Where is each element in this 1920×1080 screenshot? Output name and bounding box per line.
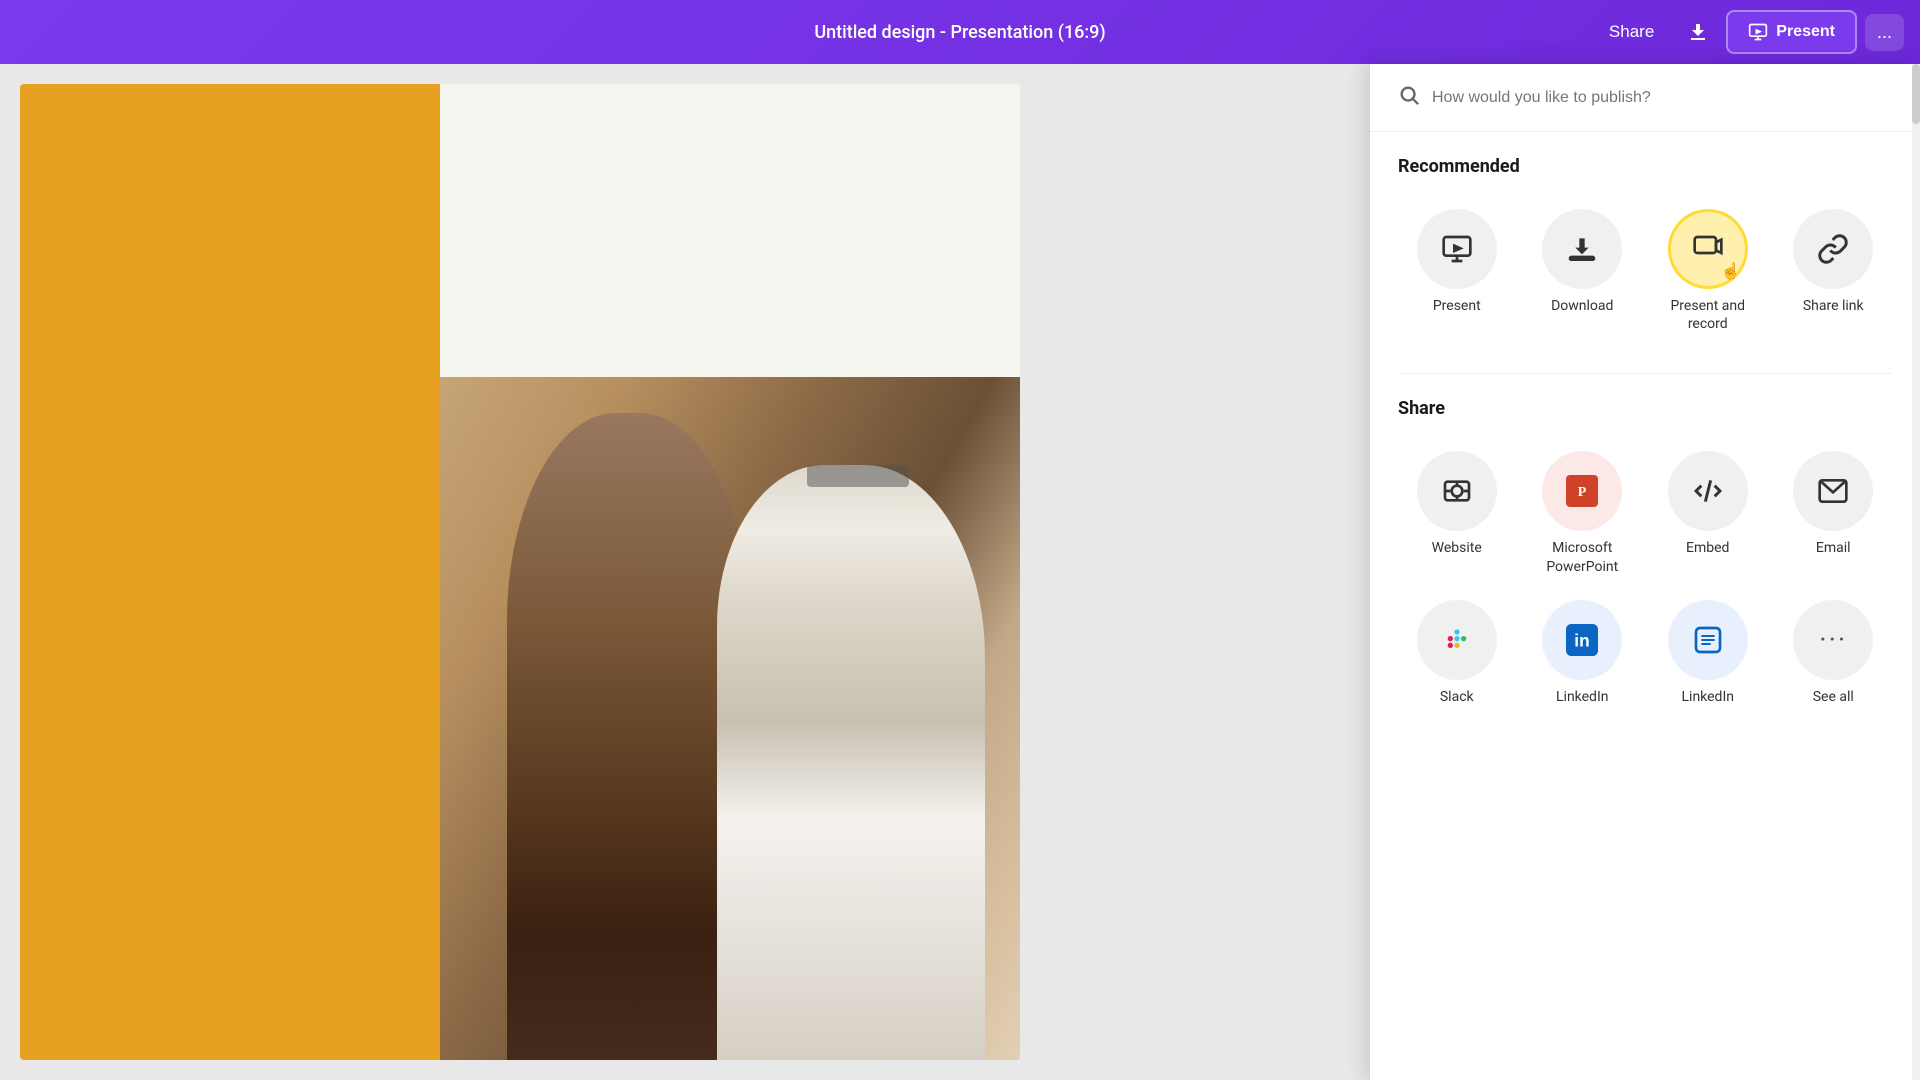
share-grid: Website P Microsoft PowerPoint xyxy=(1398,443,1892,714)
share-button[interactable]: Share xyxy=(1593,14,1670,50)
download-option[interactable]: Download xyxy=(1524,201,1642,341)
present-record-option-icon: ☝ xyxy=(1668,209,1748,289)
share-section-title: Share xyxy=(1398,398,1892,419)
slack-option-icon xyxy=(1417,600,1497,680)
powerpoint-option-label: Microsoft PowerPoint xyxy=(1532,539,1634,575)
present-record-option-label: Present and record xyxy=(1657,297,1759,333)
search-input[interactable] xyxy=(1432,89,1892,107)
website-option-icon xyxy=(1417,451,1497,531)
email-option[interactable]: Email xyxy=(1775,443,1893,583)
slack-option-label: Slack xyxy=(1440,688,1474,706)
svg-text:in: in xyxy=(1575,630,1590,650)
email-option-icon xyxy=(1793,451,1873,531)
present-icon xyxy=(1748,22,1768,42)
present-record-option[interactable]: ☝ Present and record xyxy=(1649,201,1767,341)
embed-option-icon xyxy=(1668,451,1748,531)
present-option[interactable]: Present xyxy=(1398,201,1516,341)
present-label: Present xyxy=(1776,23,1835,41)
search-icon xyxy=(1398,84,1420,111)
download-option-icon xyxy=(1542,209,1622,289)
recommended-section: Recommended Present xyxy=(1370,132,1920,341)
share-section: Share Website P xyxy=(1370,374,1920,714)
linkedin-news-option-label: LinkedIn xyxy=(1682,688,1735,706)
panel-scrollbar-thumb[interactable] xyxy=(1912,64,1920,124)
panel-scrollbar[interactable] xyxy=(1912,64,1920,1080)
email-option-label: Email xyxy=(1816,539,1851,557)
website-option[interactable]: Website xyxy=(1398,443,1516,583)
embed-option-label: Embed xyxy=(1686,539,1729,557)
slide-preview xyxy=(20,84,1020,1060)
svg-text:P: P xyxy=(1578,485,1587,500)
share-link-option-icon xyxy=(1793,209,1873,289)
cursor-hand-icon: ☝ xyxy=(1721,261,1741,280)
slide-photo xyxy=(440,377,1020,1060)
download-option-label: Download xyxy=(1551,297,1613,315)
slide-gold-panel xyxy=(20,84,440,1060)
download-icon xyxy=(1686,20,1710,44)
share-link-option[interactable]: Share link xyxy=(1775,201,1893,341)
see-all-option-label: See all xyxy=(1813,688,1854,706)
document-title: Untitled design - Presentation (16:9) xyxy=(814,22,1105,43)
linkedin-option-label: LinkedIn xyxy=(1556,688,1609,706)
search-bar xyxy=(1370,64,1920,132)
share-link-option-label: Share link xyxy=(1803,297,1864,315)
website-option-label: Website xyxy=(1432,539,1482,557)
recommended-grid: Present Download xyxy=(1398,201,1892,341)
present-button[interactable]: Present xyxy=(1726,10,1857,54)
publish-dropdown-panel: Recommended Present xyxy=(1370,64,1920,1080)
see-all-option[interactable]: ··· See all xyxy=(1775,592,1893,714)
present-option-icon xyxy=(1417,209,1497,289)
linkedin-news-option[interactable]: LinkedIn xyxy=(1649,592,1767,714)
recommended-title: Recommended xyxy=(1398,156,1892,177)
linkedin-news-option-icon xyxy=(1668,600,1748,680)
powerpoint-option-icon: P xyxy=(1542,451,1622,531)
slide-content-panel xyxy=(440,84,1020,1060)
linkedin-option-icon: in xyxy=(1542,600,1622,680)
download-icon-button[interactable] xyxy=(1678,12,1718,52)
powerpoint-option[interactable]: P Microsoft PowerPoint xyxy=(1524,443,1642,583)
see-all-option-icon: ··· xyxy=(1793,600,1873,680)
header-actions: Share Present ... xyxy=(1593,10,1904,54)
more-options-button[interactable]: ... xyxy=(1865,14,1904,51)
embed-option[interactable]: Embed xyxy=(1649,443,1767,583)
slack-option[interactable]: Slack xyxy=(1398,592,1516,714)
header: Untitled design - Presentation (16:9) Sh… xyxy=(0,0,1920,64)
linkedin-option[interactable]: in LinkedIn xyxy=(1524,592,1642,714)
present-option-label: Present xyxy=(1433,297,1481,315)
